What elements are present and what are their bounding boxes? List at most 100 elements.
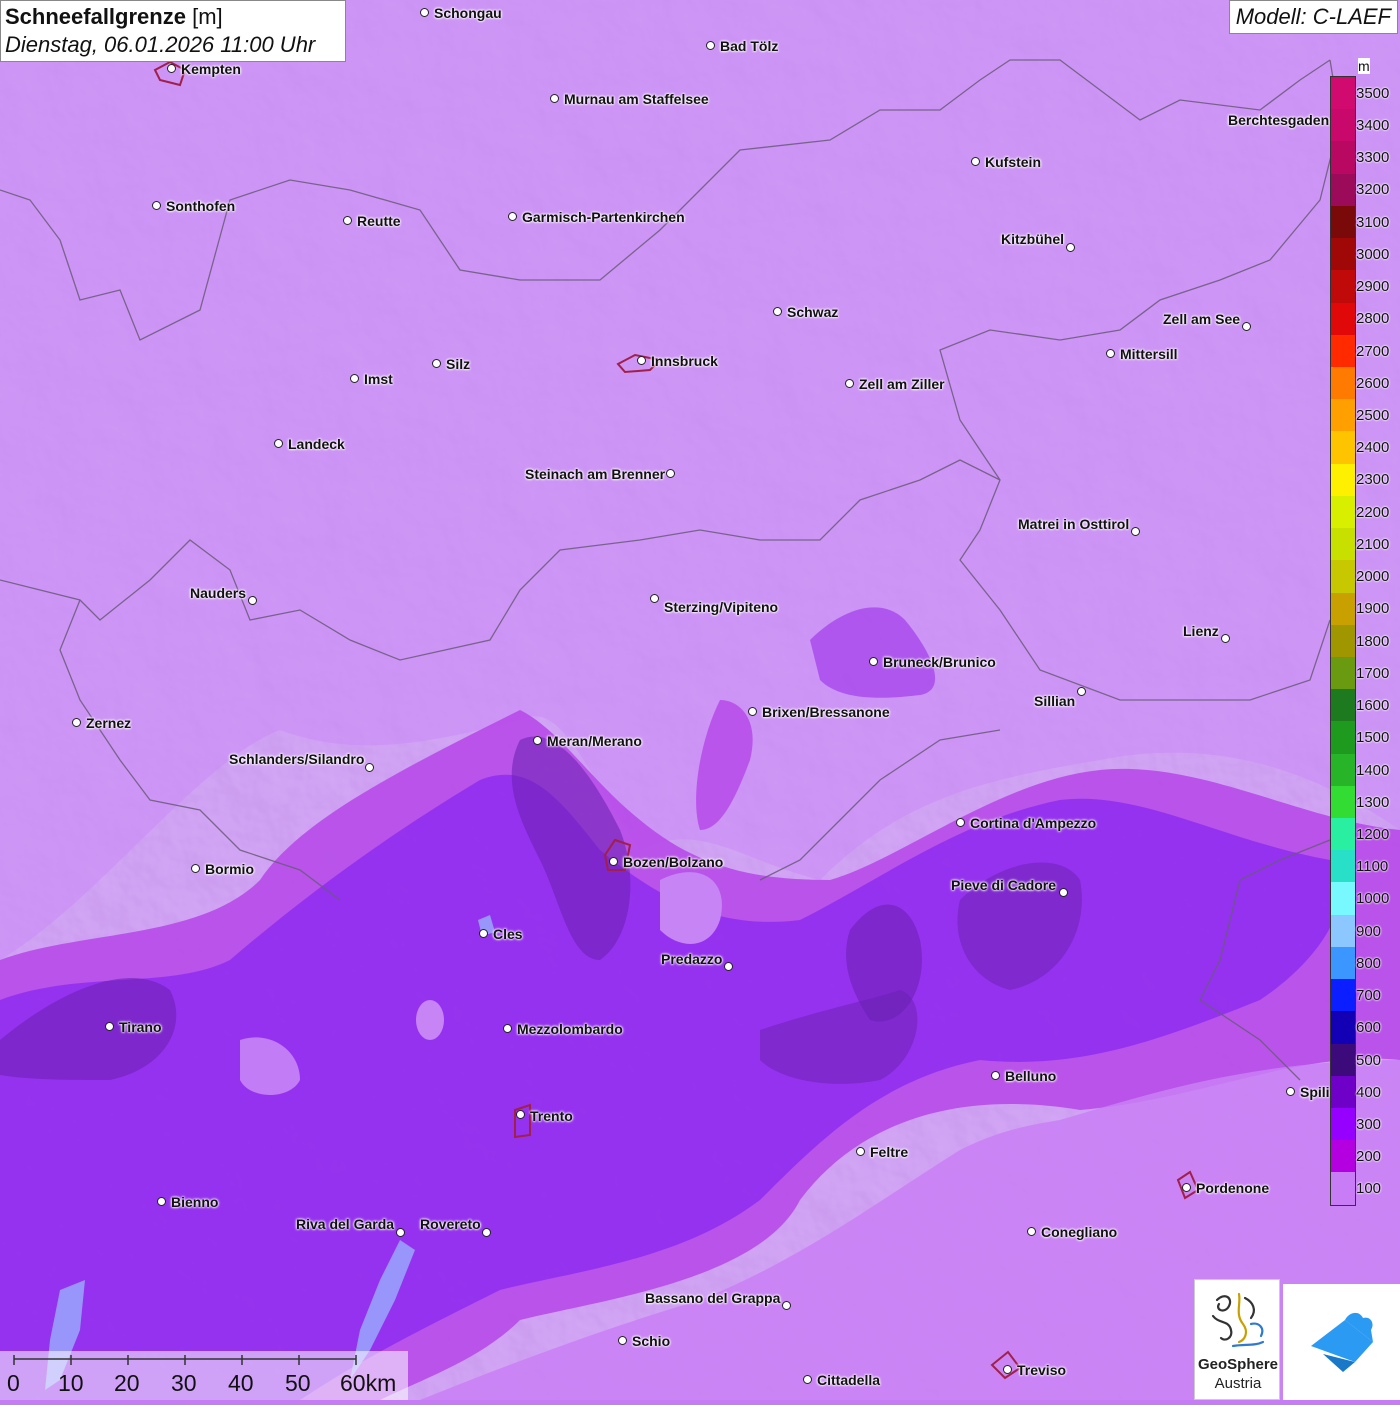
city-label: Bad Tölz	[720, 38, 779, 54]
city-label: Landeck	[288, 436, 345, 452]
legend-label: 3100	[1356, 213, 1390, 231]
city-dot	[1131, 527, 1140, 536]
legend-color-cell	[1331, 528, 1355, 561]
legend-color-cell	[1331, 979, 1355, 1012]
city-label: Innsbruck	[651, 353, 718, 369]
city-label: Bruneck/Brunico	[883, 654, 996, 670]
city-label: Conegliano	[1041, 1224, 1118, 1240]
city-dot	[432, 359, 441, 368]
legend-color-cell	[1331, 1011, 1355, 1044]
city-label: Tirano	[119, 1019, 162, 1035]
legend-label: 3200	[1356, 181, 1390, 199]
legend-color-cell	[1331, 109, 1355, 142]
city-label: Schio	[632, 1333, 671, 1349]
legend-label: 1400	[1356, 761, 1390, 779]
city-label: Nauders	[190, 585, 247, 601]
city-dot	[1182, 1183, 1191, 1192]
city-label: Imst	[364, 371, 393, 387]
city-label: Treviso	[1017, 1362, 1067, 1378]
title-datetime: Dienstag, 06.01.2026 11:00 Uhr	[5, 32, 316, 57]
city-label: Bienno	[171, 1194, 219, 1210]
city-dot	[550, 94, 559, 103]
scale-tick: 60km	[340, 1370, 397, 1396]
scale-tick: 30	[171, 1370, 197, 1396]
scale-tick: 20	[114, 1370, 140, 1396]
city-dot	[803, 1375, 812, 1384]
legend-label: 1600	[1356, 697, 1390, 715]
legend-color-cell	[1331, 818, 1355, 851]
city-label: Pieve di Cadore	[951, 877, 1057, 893]
legend-color-cell	[1331, 366, 1355, 400]
legend-label: 400	[1356, 1083, 1382, 1101]
legend-label: 2800	[1356, 310, 1390, 328]
legend-label: 700	[1356, 987, 1382, 1005]
city-dot	[650, 594, 659, 603]
legend-label: 2300	[1356, 471, 1390, 489]
city-label: Brixen/Bressanone	[762, 704, 890, 720]
legend-label: 1100	[1356, 858, 1389, 876]
city-dot	[420, 8, 429, 17]
legend-label: 3400	[1356, 116, 1390, 134]
city-label: Predazzo	[661, 951, 723, 967]
legend-label: 3000	[1356, 245, 1390, 263]
legend-label: 1900	[1356, 600, 1390, 618]
legend-color-cell	[1331, 560, 1355, 593]
city-dot	[167, 64, 176, 73]
legend-color-cell	[1331, 205, 1355, 239]
city-label: Kitzbühel	[1001, 231, 1064, 247]
city-dot	[72, 718, 81, 727]
legend-color-cell	[1331, 914, 1355, 947]
legend-label: 2900	[1356, 278, 1390, 296]
legend-label: 300	[1356, 1116, 1382, 1134]
city-label: Meran/Merano	[547, 733, 642, 749]
legend-label: 2600	[1356, 374, 1390, 392]
legend-label: 3300	[1356, 149, 1390, 167]
city-label: Zell am See	[1163, 311, 1241, 327]
city-dot	[956, 818, 965, 827]
legend-color-cell	[1331, 1075, 1355, 1108]
title-variable-name: Schneefallgrenze	[5, 4, 186, 29]
geosphere-logo-text: GeoSphere	[1197, 1356, 1279, 1373]
legend-label: 2700	[1356, 342, 1390, 360]
legend-color-cell	[1331, 753, 1355, 786]
city-label: Riva del Garda	[296, 1216, 395, 1232]
city-label: Berchtesgaden	[1228, 112, 1330, 128]
city-label: Bassano del Grappa	[645, 1290, 781, 1306]
city-dot	[971, 157, 980, 166]
city-label: Cortina d'Ampezzo	[970, 815, 1097, 831]
city-dot	[845, 379, 854, 388]
legend-label: 3500	[1356, 84, 1390, 102]
city-dot	[1027, 1227, 1036, 1236]
legend-label: 900	[1356, 922, 1382, 940]
city-label: Murnau am Staffelsee	[564, 91, 709, 107]
city-dot	[856, 1147, 865, 1156]
legend-label: 100	[1356, 1180, 1382, 1198]
legend-color-cell	[1331, 238, 1355, 271]
legend-color-cell	[1331, 173, 1355, 206]
city-label: Spili	[1300, 1084, 1330, 1100]
city-dot	[609, 857, 618, 866]
city-label: Belluno	[1005, 1068, 1057, 1084]
city-dot	[350, 374, 359, 383]
city-dot	[365, 763, 374, 772]
legend-label: 1000	[1356, 890, 1390, 908]
app-logo[interactable]	[1283, 1284, 1400, 1400]
city-label: Matrei in Osttirol	[1018, 516, 1130, 532]
city-dot	[869, 657, 878, 666]
city-label: Zernez	[86, 715, 132, 731]
legend-color-cell	[1331, 592, 1355, 625]
title-box: Schneefallgrenze [m] Dienstag, 06.01.202…	[0, 0, 346, 62]
city-label: Sillian	[1034, 693, 1076, 709]
city-label: Trento	[530, 1108, 573, 1124]
city-label: Kufstein	[985, 154, 1041, 170]
city-dot	[516, 1110, 525, 1119]
legend-color-cell	[1331, 1043, 1355, 1076]
geosphere-logo[interactable]: GeoSphere Austria	[1194, 1279, 1280, 1400]
city-dot	[1106, 349, 1115, 358]
city-label: Schlanders/Silandro	[229, 751, 365, 767]
legend-color-bar	[1330, 76, 1356, 1206]
city-dot	[479, 929, 488, 938]
city-label: Kempten	[181, 61, 241, 77]
city-dot	[248, 596, 257, 605]
legend-color-cell	[1331, 721, 1355, 754]
